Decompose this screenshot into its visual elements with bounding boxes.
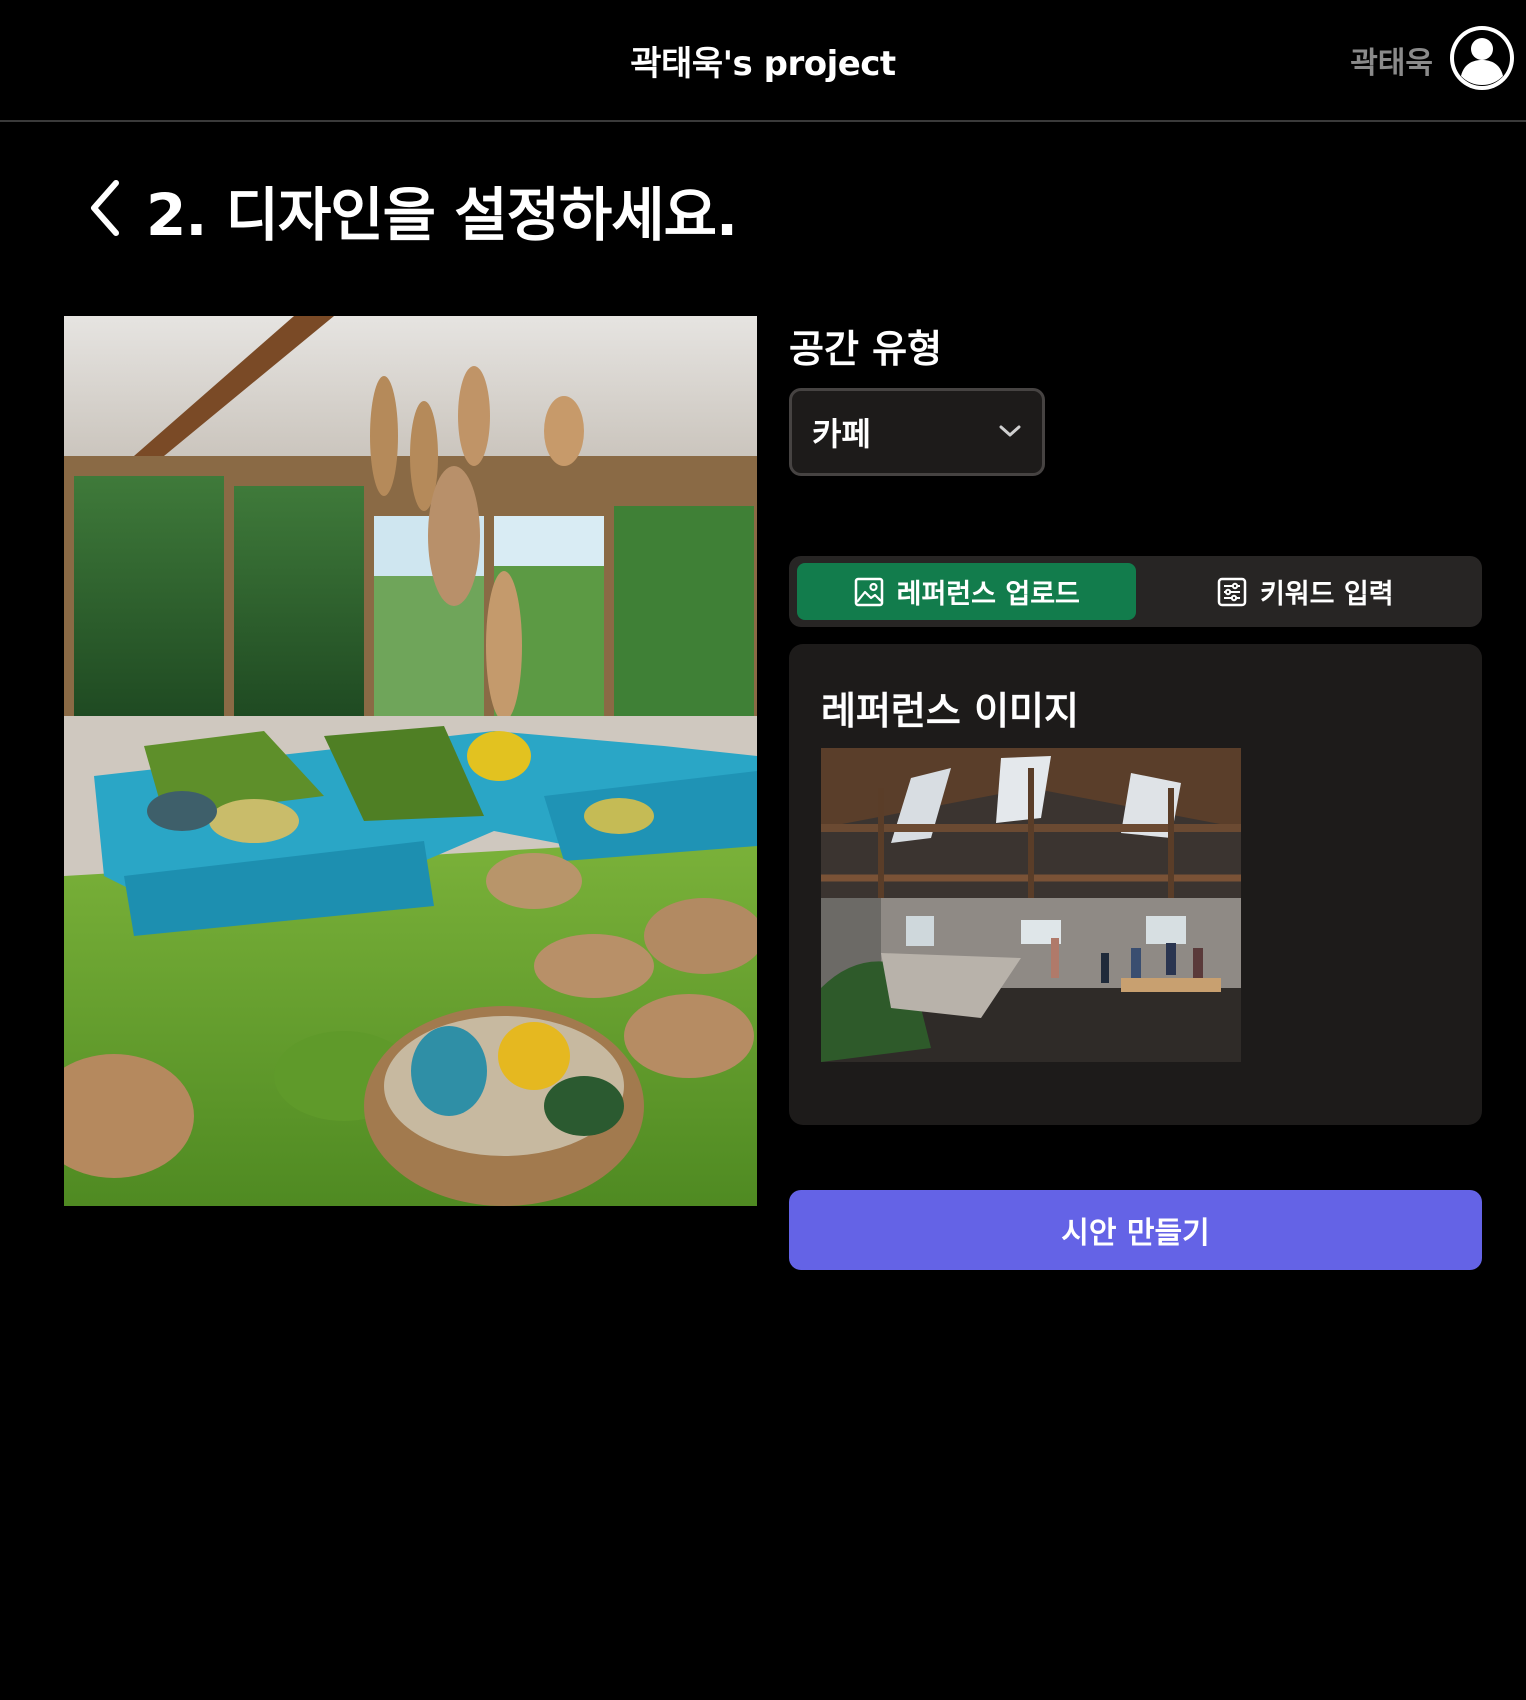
top-header: 곽태욱's project 곽태욱 (0, 0, 1526, 122)
tab-keyword-input-label: 키워드 입력 (1259, 579, 1394, 610)
generated-design-image (64, 316, 757, 1206)
space-type-value: 카페 (812, 415, 871, 453)
create-draft-button[interactable]: 시안 만들기 (789, 1190, 1482, 1270)
space-type-dropdown[interactable]: 카페 (789, 388, 1045, 476)
reference-title: 레퍼런스 이미지 (821, 689, 1079, 733)
image-icon (853, 576, 885, 608)
project-title: 곽태욱's project (630, 44, 896, 84)
user-name[interactable]: 곽태욱 (1350, 38, 1433, 82)
reference-panel: 레퍼런스 이미지 (789, 644, 1482, 1125)
sliders-icon (1216, 576, 1248, 608)
reference-image[interactable] (821, 748, 1241, 1062)
avatar-icon[interactable] (1450, 26, 1514, 90)
page-heading: 2. 디자인을 설정하세요. (80, 175, 738, 249)
chevron-down-icon (998, 423, 1022, 442)
tab-reference-upload-label: 레퍼런스 업로드 (896, 579, 1080, 610)
tab-keyword-input[interactable]: 키워드 입력 (1136, 563, 1475, 620)
back-button[interactable] (80, 175, 130, 245)
input-mode-tabs: 레퍼런스 업로드 키워드 입력 (789, 556, 1482, 627)
page-title: 2. 디자인을 설정하세요. (146, 181, 738, 249)
tab-reference-upload[interactable]: 레퍼런스 업로드 (797, 563, 1136, 620)
space-type-label: 공간 유형 (789, 327, 943, 371)
chevron-left-icon (88, 179, 122, 241)
